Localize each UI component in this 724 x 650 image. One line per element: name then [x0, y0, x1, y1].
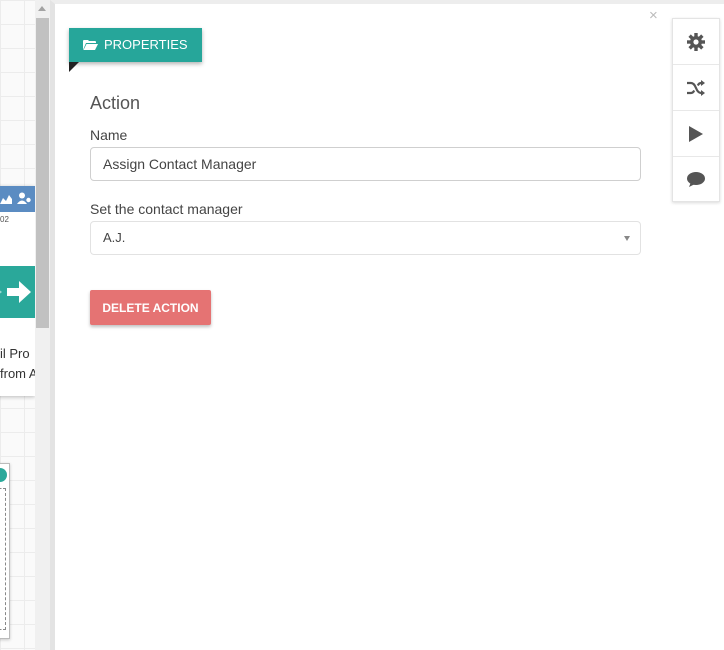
close-icon[interactable]: ×: [649, 7, 658, 24]
node-dropzone: [0, 488, 6, 630]
node-header: [0, 186, 35, 212]
contact-manager-value: A.J.: [103, 230, 126, 245]
contact-manager-label: Set the contact manager: [90, 201, 243, 217]
node-small-text: 02: [0, 215, 9, 224]
scroll-up-arrow[interactable]: [38, 6, 46, 11]
node-title: il Pro from A: [0, 344, 35, 384]
side-toolbar: [672, 18, 720, 202]
node-title-line2: from A: [0, 366, 35, 381]
properties-tab-label: PROPERTIES: [104, 37, 188, 52]
tab-fold: [69, 62, 79, 72]
contact-manager-select[interactable]: A.J.: [90, 221, 641, 255]
workflow-node-card[interactable]: 02 il Pro from A: [0, 186, 35, 396]
shuffle-icon: [687, 79, 705, 96]
play-button[interactable]: [673, 111, 719, 157]
shuffle-button[interactable]: [673, 65, 719, 111]
user-gear-icon: [17, 192, 31, 204]
caret-down-icon: [624, 236, 630, 241]
comment-button[interactable]: [673, 157, 719, 203]
section-title: Action: [90, 93, 141, 113]
workflow-node-card-2[interactable]: [0, 463, 10, 639]
node-connector[interactable]: [0, 468, 7, 482]
arrow-partial-icon: [0, 290, 2, 294]
name-label: Name: [90, 127, 128, 143]
chart-icon: [0, 195, 12, 204]
properties-panel: × PROPERTIES Action Name Set the contact…: [50, 0, 724, 650]
play-icon: [689, 125, 703, 142]
comment-icon: [687, 172, 705, 187]
settings-button[interactable]: [673, 19, 719, 65]
vertical-scrollbar[interactable]: [35, 0, 50, 650]
workflow-canvas[interactable]: 02 il Pro from A: [0, 0, 35, 650]
name-input[interactable]: [90, 147, 641, 181]
folder-open-icon: [83, 40, 98, 50]
gear-icon: [687, 32, 705, 51]
node-title-line1: il Pro: [0, 346, 30, 361]
delete-action-button[interactable]: DELETE ACTION: [90, 290, 211, 325]
scrollbar-thumb[interactable]: [36, 18, 49, 328]
properties-tab: PROPERTIES: [69, 28, 202, 62]
node-action-block: [0, 266, 35, 318]
arrow-right-icon: [7, 281, 31, 303]
